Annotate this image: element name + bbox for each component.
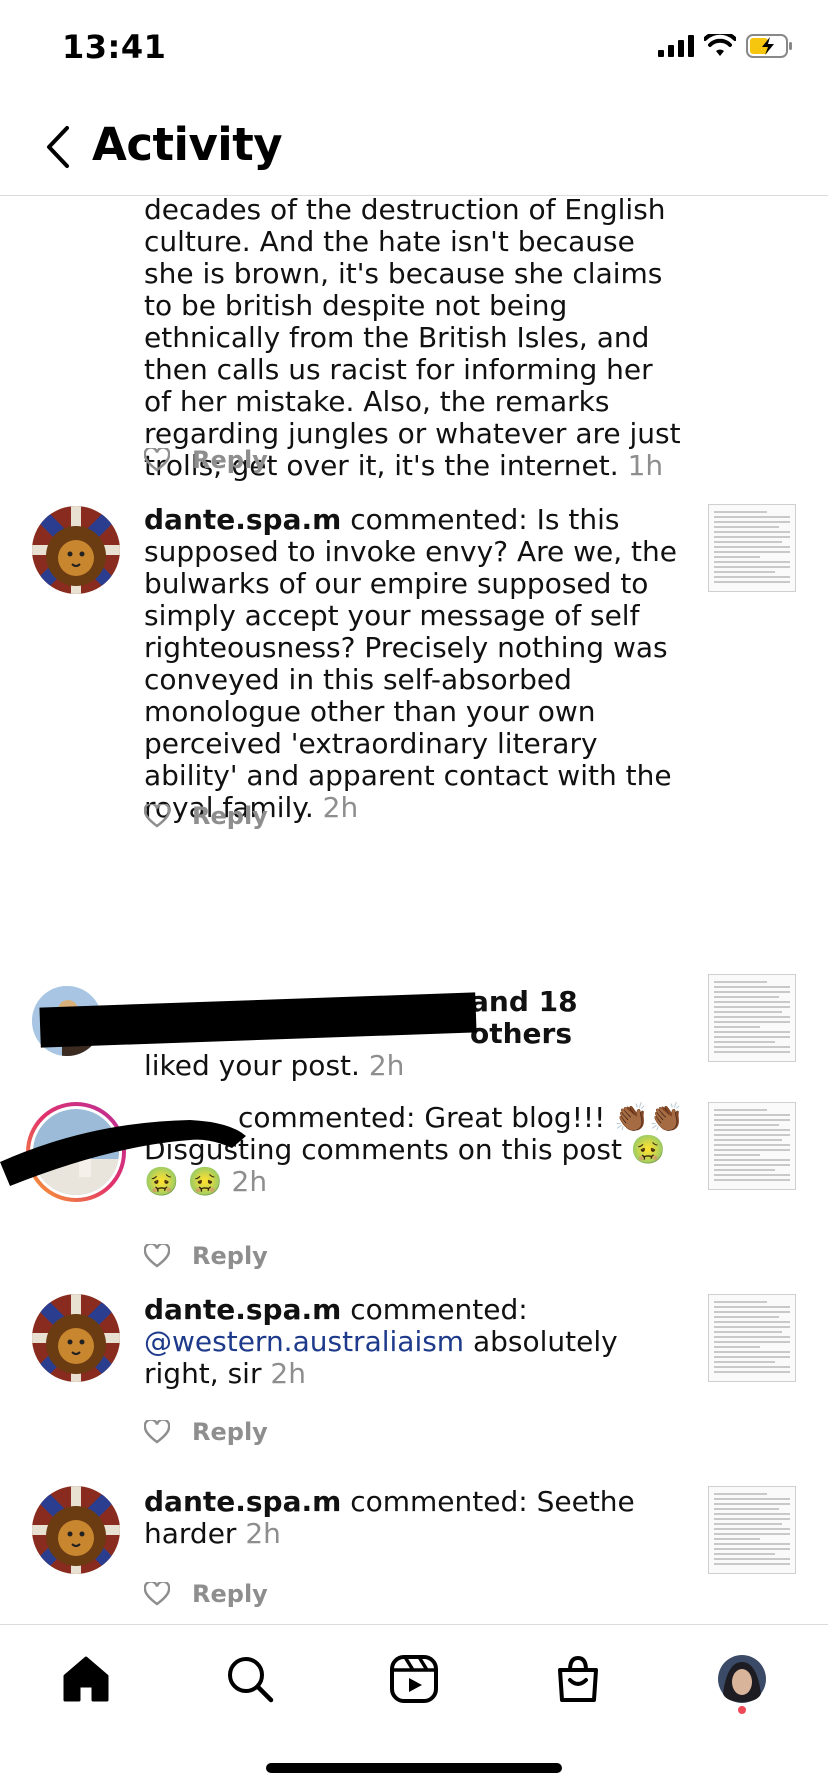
status-icons [658, 34, 794, 58]
redaction-scribble [0, 1120, 246, 1186]
username[interactable]: dante.spa.m [144, 503, 341, 536]
chevron-left-icon [47, 126, 69, 168]
reels-icon [390, 1655, 438, 1703]
reply-button[interactable]: Reply [192, 1418, 268, 1446]
header: Activity [0, 100, 828, 196]
post-thumbnail[interactable] [708, 974, 796, 1062]
comment-actions: Reply [144, 802, 268, 830]
profile-avatar [718, 1655, 766, 1703]
avatar[interactable] [32, 1486, 120, 1574]
comment-text: dante.spa.m commented: @western.australi… [144, 1294, 684, 1390]
battery-icon [746, 34, 792, 58]
verb: commented: [238, 1101, 416, 1134]
tab-home[interactable] [56, 1649, 116, 1709]
search-icon [228, 1657, 274, 1703]
reply-button[interactable]: Reply [192, 1242, 268, 1270]
comment-actions: Reply [144, 1580, 268, 1608]
back-button[interactable] [38, 122, 78, 172]
page-title: Activity [92, 118, 283, 171]
tab-profile[interactable] [712, 1649, 772, 1709]
timestamp: 2h [368, 1049, 405, 1082]
shop-icon [558, 1655, 598, 1702]
heart-icon[interactable] [144, 804, 170, 828]
lion-avatar-image [32, 506, 120, 594]
likes-count[interactable]: and 18 others [470, 985, 578, 1050]
mention-link[interactable]: @western.australiaism [144, 1325, 464, 1358]
home-icon [63, 1656, 109, 1702]
avatar[interactable] [32, 506, 120, 594]
lion-avatar-image [32, 1294, 120, 1382]
heart-icon[interactable] [144, 1582, 170, 1606]
wifi-icon [704, 34, 736, 56]
timestamp: 1h [627, 449, 664, 482]
tab-shop[interactable] [548, 1649, 608, 1709]
notification-dot [738, 1706, 746, 1714]
reply-button[interactable]: Reply [192, 802, 268, 830]
heart-icon[interactable] [144, 1420, 170, 1444]
heart-icon[interactable] [144, 448, 170, 472]
comment-actions: Reply [144, 1418, 268, 1446]
comment-actions: Reply [144, 1242, 268, 1270]
tab-search[interactable] [220, 1649, 280, 1709]
verb: commented: [350, 503, 528, 536]
reply-button[interactable]: Reply [192, 1580, 268, 1608]
comment-body: Is this supposed to invoke envy? Are we,… [144, 503, 678, 824]
reply-button[interactable]: Reply [192, 446, 268, 474]
comment-text: ■ ■■■■■ ■■ ■■■■■■■ ■■■■ ■■■ ■■■ ■■■ ■■■■… [144, 196, 684, 482]
likes-body: liked your post. [144, 1049, 360, 1082]
timestamp: 2h [322, 791, 359, 824]
lion-avatar-image [32, 1486, 120, 1574]
tab-reels[interactable] [384, 1649, 444, 1709]
post-thumbnail[interactable] [708, 504, 796, 592]
post-thumbnail[interactable] [708, 1102, 796, 1190]
avatar[interactable] [32, 1294, 120, 1382]
comment-text: dante.spa.m commented: Is this supposed … [144, 504, 684, 824]
status-bar: 13:41 [0, 0, 828, 100]
heart-icon[interactable] [144, 1244, 170, 1268]
username[interactable]: dante.spa.m [144, 1485, 341, 1518]
username[interactable]: dante.spa.m [144, 1293, 341, 1326]
verb: commented: [350, 1293, 528, 1326]
activity-feed[interactable]: ■ ■■■■■ ■■ ■■■■■■■ ■■■■ ■■■ ■■■ ■■■ ■■■■… [0, 196, 828, 1624]
comment-body: decades of the destruction of English cu… [144, 196, 681, 482]
post-thumbnail[interactable] [708, 1486, 796, 1574]
timestamp: 2h [245, 1517, 281, 1550]
post-thumbnail[interactable] [708, 1294, 796, 1382]
comment-text: dante.spa.m commented: Seethe harder 2h [144, 1486, 684, 1550]
comment-actions: Reply [144, 446, 268, 474]
home-indicator[interactable] [266, 1763, 562, 1773]
status-time: 13:41 [62, 28, 167, 66]
timestamp: 2h [270, 1357, 306, 1390]
signal-icon [658, 35, 694, 57]
verb: commented: [350, 1485, 528, 1518]
